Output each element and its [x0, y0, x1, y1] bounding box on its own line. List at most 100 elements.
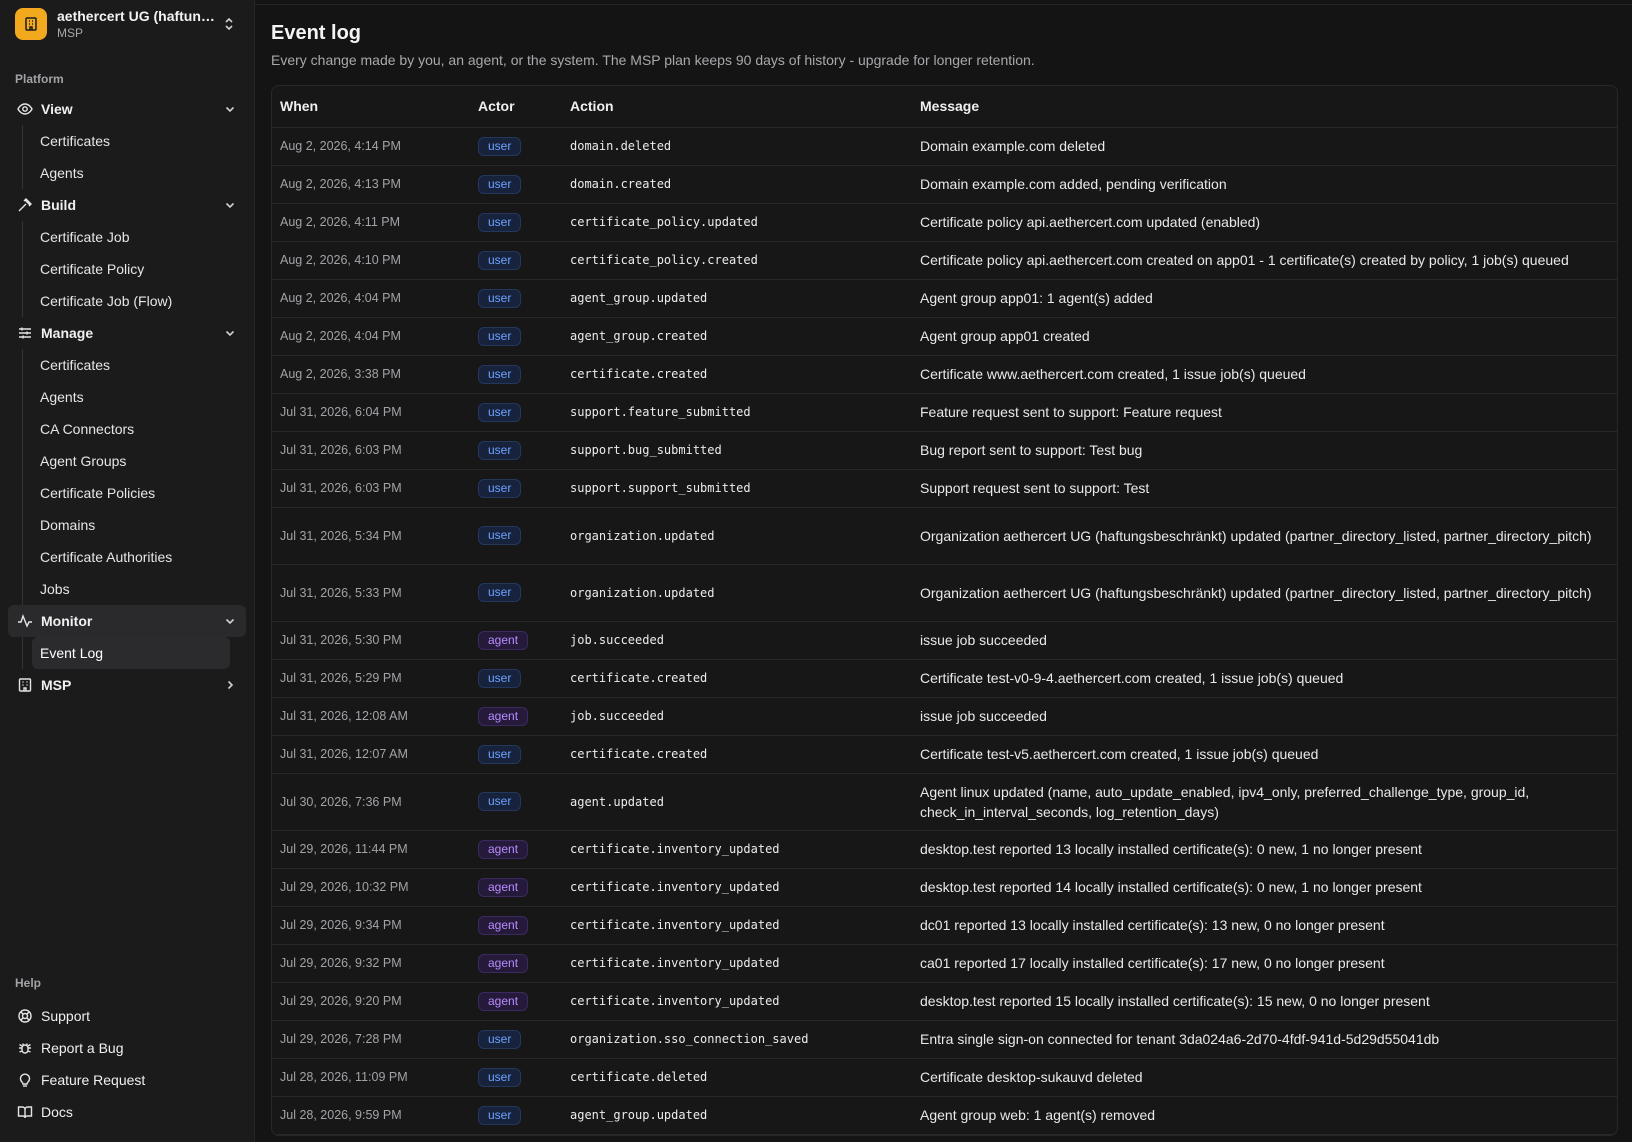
help-item-support[interactable]: Support — [8, 1000, 246, 1032]
cell-message: Agent group web: 1 agent(s) removed — [912, 1096, 1617, 1135]
org-switcher[interactable]: aethercert UG (haftung... MSP — [8, 0, 246, 48]
help-item-label: Docs — [41, 1104, 73, 1120]
cell-action: certificate.created — [562, 659, 912, 698]
cell-message: Support request sent to support: Test — [912, 469, 1617, 508]
cell-actor: user — [470, 564, 562, 622]
cell-when: Jul 29, 2026, 9:32 PM — [272, 944, 470, 983]
sidebar: aethercert UG (haftung... MSP Platform V… — [0, 0, 255, 1142]
table-row: Jul 31, 2026, 5:30 PM agent job.succeeded i… — [272, 621, 1617, 660]
cell-action: agent_group.updated — [562, 279, 912, 318]
cell-actor: user — [470, 659, 562, 698]
cell-action: support.feature_submitted — [562, 393, 912, 432]
cell-actor: user — [470, 1020, 562, 1059]
cell-action: certificate.inventory_updated — [562, 944, 912, 983]
cell-message: Feature request sent to support: Feature… — [912, 393, 1617, 432]
cell-when: Jul 30, 2026, 7:36 PM — [272, 773, 470, 831]
cell-actor: user — [470, 355, 562, 394]
cell-actor: user — [470, 393, 562, 432]
cell-message: Certificate www.aethercert.com created, … — [912, 355, 1617, 394]
actor-badge: user — [478, 1067, 522, 1087]
nav-group-view[interactable]: View — [8, 93, 246, 125]
help-item-report-a-bug[interactable]: Report a Bug — [8, 1032, 246, 1064]
bug-icon — [16, 1039, 34, 1057]
sidebar-item-view-agents[interactable]: Agents — [32, 157, 230, 189]
cell-message: Certificate test-v5.aethercert.com creat… — [912, 735, 1617, 774]
cell-message: dc01 reported 13 locally installed certi… — [912, 906, 1617, 945]
nav-group-build[interactable]: Build — [8, 189, 246, 221]
cell-actor: user — [470, 735, 562, 774]
sidebar-item-manage-domains[interactable]: Domains — [32, 509, 230, 541]
cell-when: Jul 31, 2026, 5:30 PM — [272, 621, 470, 660]
actor-badge: user — [478, 212, 522, 232]
sidebar-item-manage-agents[interactable]: Agents — [32, 381, 230, 413]
sidebar-item-manage-certificate-policies[interactable]: Certificate Policies — [32, 477, 230, 509]
cell-action: certificate.inventory_updated — [562, 906, 912, 945]
table-row: Jul 31, 2026, 12:08 AM agent job.succeeded… — [272, 697, 1617, 736]
sidebar-item-manage-ca-connectors[interactable]: CA Connectors — [32, 413, 230, 445]
cell-actor: user — [470, 1096, 562, 1135]
nav-group-monitor[interactable]: Monitor — [8, 605, 246, 637]
actor-badge: user — [478, 288, 522, 308]
nav-group-label: View — [41, 101, 73, 117]
table-row: Jul 31, 2026, 5:34 PM user organization.up… — [272, 507, 1617, 565]
actor-badge: user — [478, 250, 522, 270]
sidebar-item-manage-agent-groups[interactable]: Agent Groups — [32, 445, 230, 477]
cell-actor: agent — [470, 697, 562, 736]
table-row: Jul 28, 2026, 11:09 PM user certificate.de… — [272, 1058, 1617, 1097]
table-row: Aug 2, 2026, 4:14 PM user domain.deleted Do… — [272, 127, 1617, 166]
cell-when: Jul 29, 2026, 11:44 PM — [272, 830, 470, 869]
help-section-label: Help — [15, 976, 42, 990]
chevron-right-icon — [222, 677, 238, 693]
cell-actor: user — [470, 507, 562, 565]
cell-when: Aug 2, 2026, 3:38 PM — [272, 355, 470, 394]
table-row: Jul 28, 2026, 9:59 PM user agent_group.upd… — [272, 1096, 1617, 1135]
page-title: Event log — [271, 22, 362, 44]
cell-actor: user — [470, 1058, 562, 1097]
chevrons-up-down-icon — [219, 16, 239, 32]
table-row: Jul 29, 2026, 10:32 PM agent certificate.i… — [272, 868, 1617, 907]
cell-actor: user — [470, 431, 562, 470]
nav-group-manage[interactable]: Manage — [8, 317, 246, 349]
help-section: Help Support Report a Bug Feature Request D… — [0, 976, 254, 1128]
sidebar-item-build-certificate-job[interactable]: Certificate Job — [32, 221, 230, 253]
cell-message: desktop.test reported 13 locally install… — [912, 830, 1617, 869]
table-row: Jul 31, 2026, 6:04 PM user support.feature… — [272, 393, 1617, 432]
table-row: Jul 31, 2026, 6:03 PM user support.bug_sub… — [272, 431, 1617, 470]
table-row: Jul 31, 2026, 5:29 PM user certificate.cre… — [272, 659, 1617, 698]
sidebar-item-manage-certificates[interactable]: Certificates — [32, 349, 230, 381]
cell-message: Entra single sign-on connected for tenan… — [912, 1020, 1617, 1059]
sidebar-item-monitor-event-log[interactable]: Event Log — [32, 637, 230, 669]
table-row: Jul 29, 2026, 9:34 PM agent certificate.in… — [272, 906, 1617, 945]
nav-submenu-view: Certificates Agents — [22, 125, 254, 189]
cell-action: organization.sso_connection_saved — [562, 1020, 912, 1059]
cell-action: agent_group.created — [562, 317, 912, 356]
cell-actor: user — [470, 279, 562, 318]
table-row: Aug 2, 2026, 4:11 PM user certificate_poli… — [272, 203, 1617, 242]
cell-message: Organization aethercert UG (haftungsbesc… — [912, 564, 1617, 622]
sidebar-item-manage-jobs[interactable]: Jobs — [32, 573, 230, 605]
cell-message: Certificate test-v0-9-4.aethercert.com c… — [912, 659, 1617, 698]
cell-when: Jul 31, 2026, 6:04 PM — [272, 393, 470, 432]
cell-message: Organization aethercert UG (haftungsbesc… — [912, 507, 1617, 565]
chevron-down-icon — [222, 197, 238, 213]
cell-action: agent_group.updated — [562, 1096, 912, 1135]
book-icon — [16, 1103, 34, 1121]
cell-message: issue job succeeded — [912, 697, 1617, 736]
actor-badge: user — [478, 174, 522, 194]
table-row: Aug 2, 2026, 4:10 PM user certificate_poli… — [272, 241, 1617, 280]
sidebar-item-build-certificate-job-flow[interactable]: Certificate Job (Flow) — [32, 285, 230, 317]
help-item-docs[interactable]: Docs — [8, 1096, 246, 1128]
cell-when: Jul 29, 2026, 10:32 PM — [272, 868, 470, 907]
cell-when: Aug 2, 2026, 4:04 PM — [272, 279, 470, 318]
cell-when: Jul 29, 2026, 9:34 PM — [272, 906, 470, 945]
sidebar-item-manage-certificate-authorities[interactable]: Certificate Authorities — [32, 541, 230, 573]
actor-badge: user — [478, 1029, 522, 1049]
sidebar-item-build-certificate-policy[interactable]: Certificate Policy — [32, 253, 230, 285]
nav-group-msp[interactable]: MSP — [8, 669, 246, 701]
help-item-feature-request[interactable]: Feature Request — [8, 1064, 246, 1096]
cell-when: Jul 28, 2026, 11:09 PM — [272, 1058, 470, 1097]
sidebar-item-view-certificates[interactable]: Certificates — [32, 125, 230, 157]
cell-actor: user — [470, 469, 562, 508]
cell-action: certificate.inventory_updated — [562, 830, 912, 869]
nav-group-label: MSP — [41, 677, 72, 693]
